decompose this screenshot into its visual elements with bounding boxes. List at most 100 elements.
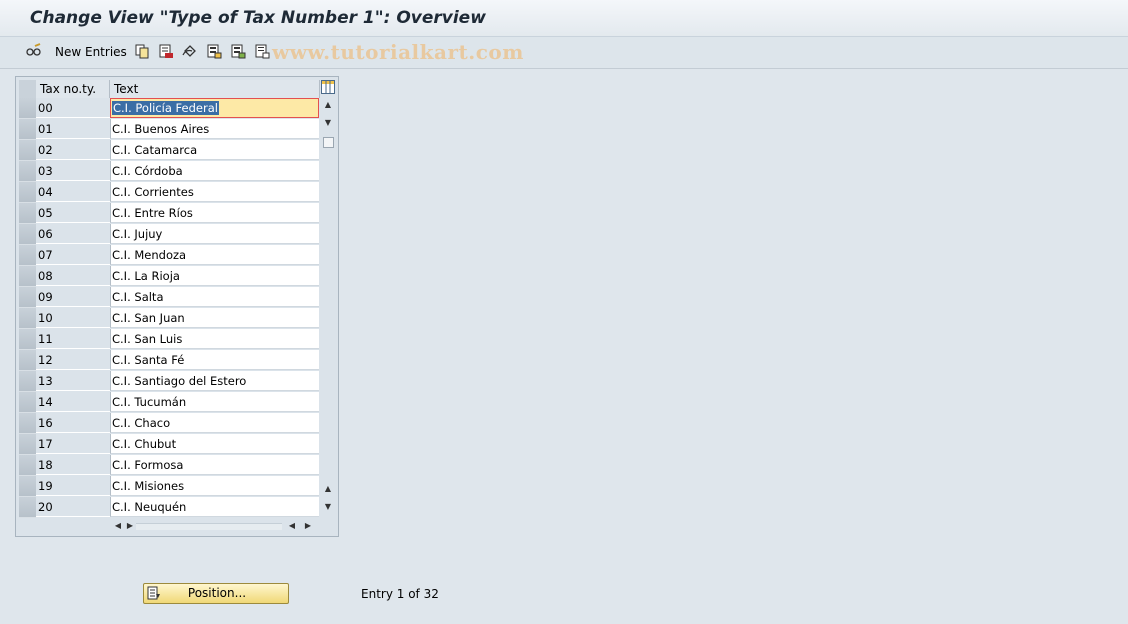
table-row: 12 C.I. Santa Fé — [19, 350, 319, 371]
table-row: 10 C.I. San Juan — [19, 308, 319, 329]
row-selector[interactable] — [19, 266, 36, 287]
delete-icon[interactable] — [158, 43, 174, 59]
scroll-thumb[interactable] — [323, 137, 334, 148]
vertical-scrollbar[interactable]: ▲ ▼ ▲ ▼ — [321, 99, 335, 517]
tax-number-type-cell: 01 — [36, 119, 110, 139]
text-cell-input[interactable]: C.I. Santiago del Estero — [110, 371, 319, 391]
table-row: 08 C.I. La Rioja — [19, 266, 319, 287]
selected-text: C.I. Policía Federal — [112, 101, 219, 115]
text-cell-input[interactable]: C.I. Misiones — [110, 476, 319, 496]
text-cell-input[interactable]: C.I. La Rioja — [110, 266, 319, 286]
text-cell-input[interactable]: C.I. Catamarca — [110, 140, 319, 160]
glasses-pencil-icon[interactable] — [26, 43, 42, 59]
text-cell-input[interactable]: C.I. San Juan — [110, 308, 319, 328]
undo-icon[interactable] — [182, 43, 198, 59]
row-selector[interactable] — [19, 182, 36, 203]
tax-number-type-cell: 14 — [36, 392, 110, 412]
deselect-all-icon[interactable] — [254, 43, 270, 59]
page-down-icon[interactable]: ▼ — [321, 117, 335, 129]
table-row: 11 C.I. San Luis — [19, 329, 319, 350]
row-selector[interactable] — [19, 119, 36, 140]
table-settings-icon[interactable] — [321, 80, 335, 94]
text-cell-input[interactable]: C.I. Mendoza — [110, 245, 319, 265]
horizontal-scrollbar-fixed[interactable]: ◀ ▶ — [112, 519, 286, 533]
text-cell-input[interactable]: C.I. Jujuy — [110, 224, 319, 244]
select-all-icon[interactable] — [206, 43, 222, 59]
scroll-left-icon[interactable]: ◀ — [112, 519, 124, 533]
row-selector[interactable] — [19, 350, 36, 371]
row-selector[interactable] — [19, 308, 36, 329]
scroll-down-icon[interactable]: ▼ — [321, 501, 335, 513]
text-cell-input[interactable]: C.I. Salta — [110, 287, 319, 307]
table-row: 05 C.I. Entre Ríos — [19, 203, 319, 224]
select-all-rows-button[interactable] — [19, 80, 37, 98]
scroll-right-icon[interactable]: ▶ — [302, 519, 314, 533]
row-selector[interactable] — [19, 245, 36, 266]
table-row: 17 C.I. Chubut — [19, 434, 319, 455]
select-block-icon[interactable] — [230, 43, 246, 59]
row-selector[interactable] — [19, 140, 36, 161]
tax-number-type-cell: 00 — [36, 98, 110, 118]
tax-number-type-cell: 19 — [36, 476, 110, 496]
position-button-label: Position... — [187, 586, 247, 600]
text-cell-input[interactable]: C.I. Tucumán — [110, 392, 319, 412]
row-selector[interactable] — [19, 392, 36, 413]
text-cell-input[interactable]: C.I. Córdoba — [110, 161, 319, 181]
scroll-up-icon[interactable]: ▲ — [321, 99, 335, 111]
tax-number-type-cell: 07 — [36, 245, 110, 265]
row-selector[interactable] — [19, 161, 36, 182]
tax-number-type-cell: 10 — [36, 308, 110, 328]
page-title: Change View "Type of Tax Number 1": Over… — [30, 8, 486, 28]
table-row: 07 C.I. Mendoza — [19, 245, 319, 266]
row-selector[interactable] — [19, 434, 36, 455]
table-row: 06 C.I. Jujuy — [19, 224, 319, 245]
tax-number-type-cell: 16 — [36, 413, 110, 433]
tax-number-type-cell: 02 — [36, 140, 110, 160]
horizontal-scroll-track[interactable] — [136, 523, 282, 530]
text-cell-input[interactable]: C.I. Corrientes — [110, 182, 319, 202]
text-cell-input[interactable]: C.I. San Luis — [110, 329, 319, 349]
table-row: 18 C.I. Formosa — [19, 455, 319, 476]
tax-number-type-cell: 04 — [36, 182, 110, 202]
text-cell-input[interactable]: C.I. Santa Fé — [110, 350, 319, 370]
row-selector[interactable] — [19, 329, 36, 350]
row-selector[interactable] — [19, 371, 36, 392]
text-cell-input[interactable]: C.I. Policía Federal — [110, 98, 319, 118]
tax-number-type-cell: 05 — [36, 203, 110, 223]
horizontal-scrollbar[interactable]: ◀ ▶ — [286, 519, 316, 533]
row-selector[interactable] — [19, 287, 36, 308]
table-row: 00 C.I. Policía Federal — [19, 98, 319, 119]
text-cell-input[interactable]: C.I. Formosa — [110, 455, 319, 475]
text-cell-input[interactable]: C.I. Entre Ríos — [110, 203, 319, 223]
table-row: 02 C.I. Catamarca — [19, 140, 319, 161]
text-cell-input[interactable]: C.I. Buenos Aires — [110, 119, 319, 139]
text-cell-input[interactable]: C.I. Chaco — [110, 413, 319, 433]
text-cell-input[interactable]: C.I. Neuquén — [110, 497, 319, 517]
text-cell-input[interactable]: C.I. Chubut — [110, 434, 319, 454]
scroll-left-icon[interactable]: ◀ — [286, 519, 298, 533]
table-row: 03 C.I. Córdoba — [19, 161, 319, 182]
row-selector[interactable] — [19, 203, 36, 224]
row-selector[interactable] — [19, 413, 36, 434]
table-row: 14 C.I. Tucumán — [19, 392, 319, 413]
scroll-right-icon[interactable]: ▶ — [124, 519, 136, 533]
row-selector[interactable] — [19, 98, 36, 119]
copy-icon[interactable] — [134, 43, 150, 59]
table-row: 09 C.I. Salta — [19, 287, 319, 308]
row-selector[interactable] — [19, 224, 36, 245]
table-row: 13 C.I. Santiago del Estero — [19, 371, 319, 392]
tax-number-type-cell: 03 — [36, 161, 110, 181]
column-header-text[interactable]: Text — [110, 80, 320, 98]
column-header-tax-number-type[interactable]: Tax no.ty. — [36, 80, 110, 98]
tax-number-type-cell: 08 — [36, 266, 110, 286]
table-row: 04 C.I. Corrientes — [19, 182, 319, 203]
row-selector[interactable] — [19, 455, 36, 476]
row-selector[interactable] — [19, 476, 36, 497]
page-up-icon[interactable]: ▲ — [321, 483, 335, 495]
new-entries-button[interactable]: New Entries — [55, 45, 127, 59]
table-row: 20 C.I. Neuquén — [19, 497, 319, 518]
tax-number-type-cell: 12 — [36, 350, 110, 370]
row-selector[interactable] — [19, 497, 36, 518]
tax-number-type-cell: 09 — [36, 287, 110, 307]
position-button[interactable]: Position... — [143, 583, 289, 604]
